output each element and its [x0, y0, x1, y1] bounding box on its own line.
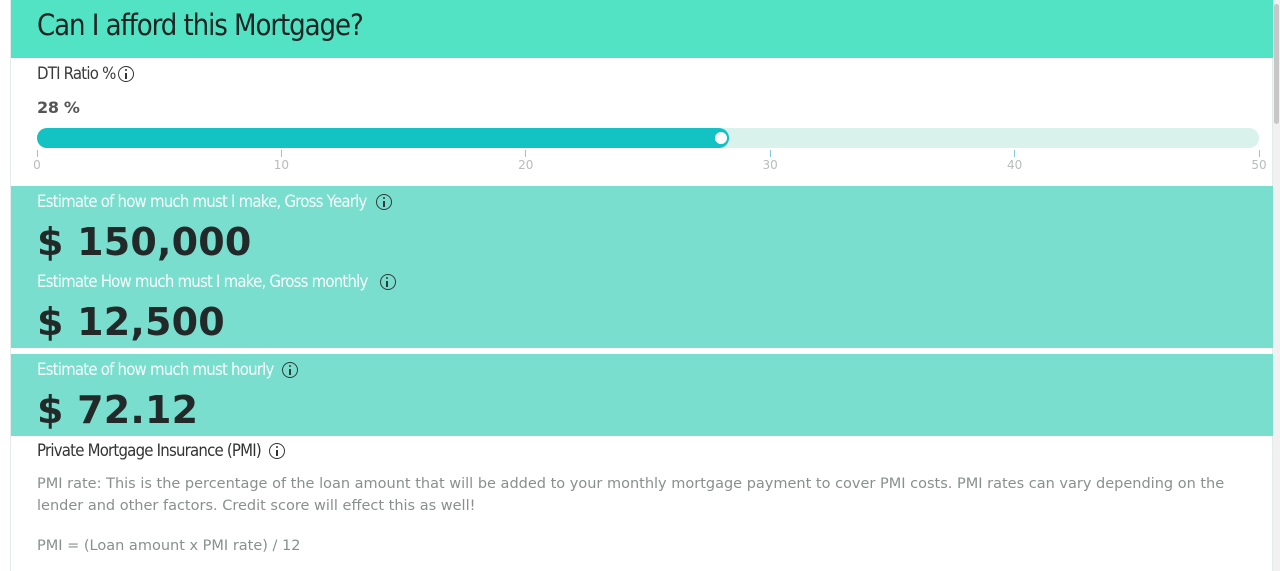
yearly-value: $ 150,000 [37, 220, 252, 264]
tick-label: 50 [1251, 158, 1267, 172]
pmi-label-row: Private Mortgage Insurance (PMI) [37, 441, 286, 461]
monthly-label: Estimate How much must I make, Gross mon… [37, 272, 368, 292]
info-icon[interactable] [269, 443, 286, 459]
slider-tick: 10 [266, 150, 296, 172]
tick-mark [36, 150, 38, 157]
slider-tick: 50 [1244, 150, 1274, 172]
pmi-description: PMI rate: This is the percentage of the … [37, 476, 1225, 514]
tick-mark [1258, 150, 1260, 157]
dti-label: DTI Ratio % [37, 64, 116, 84]
pmi-label: Private Mortgage Insurance (PMI) [37, 441, 262, 461]
slider-tick: 40 [1000, 150, 1030, 172]
slider-tick: 30 [755, 150, 785, 172]
monthly-label-row: Estimate How much must I make, Gross mon… [37, 272, 396, 292]
pmi-formula: PMI = (Loan amount x PMI rate) / 12 [37, 538, 301, 554]
info-icon[interactable] [118, 66, 135, 82]
tick-label: 10 [273, 158, 290, 172]
tick-mark [525, 150, 527, 157]
hourly-value: $ 72.12 [37, 388, 199, 432]
info-icon[interactable] [376, 194, 393, 210]
header-bar: Can I afford this Mortgage? [11, 0, 1274, 58]
income-panel: Estimate of how much must I make, Gross … [11, 186, 1274, 348]
yearly-label-row: Estimate of how much must I make, Gross … [37, 192, 393, 212]
info-icon[interactable] [379, 274, 396, 290]
tick-label: 30 [762, 158, 778, 172]
tick-label: 0 [33, 158, 41, 172]
tick-mark [769, 150, 771, 157]
hourly-label-row: Estimate of how much must hourly [37, 360, 298, 380]
scrollbar-thumb[interactable] [1274, 4, 1279, 124]
dti-value: 28 % [37, 98, 80, 117]
slider-ticks: 0 10 20 30 40 50 [33, 150, 1267, 180]
tick-mark [1014, 150, 1016, 157]
tick-label: 40 [1006, 158, 1023, 172]
hourly-panel: Estimate of how much must hourly $ 72.12 [11, 354, 1274, 436]
slider-tick: 0 [22, 150, 52, 172]
yearly-label: Estimate of how much must I make, Gross … [37, 192, 367, 212]
page-title: Can I afford this Mortgage? [37, 8, 364, 42]
dti-label-row: DTI Ratio % [37, 64, 135, 84]
tick-label: 20 [518, 158, 534, 172]
slider-fill [37, 128, 730, 148]
dti-slider[interactable] [37, 128, 1259, 148]
monthly-value: $ 12,500 [37, 300, 225, 344]
tick-mark [280, 150, 282, 157]
hourly-label: Estimate of how much must hourly [37, 360, 274, 380]
calculator-card: Can I afford this Mortgage? DTI Ratio % … [10, 0, 1274, 571]
scrollbar[interactable] [1273, 0, 1280, 571]
info-icon[interactable] [281, 362, 298, 378]
slider-tick: 20 [511, 150, 541, 172]
